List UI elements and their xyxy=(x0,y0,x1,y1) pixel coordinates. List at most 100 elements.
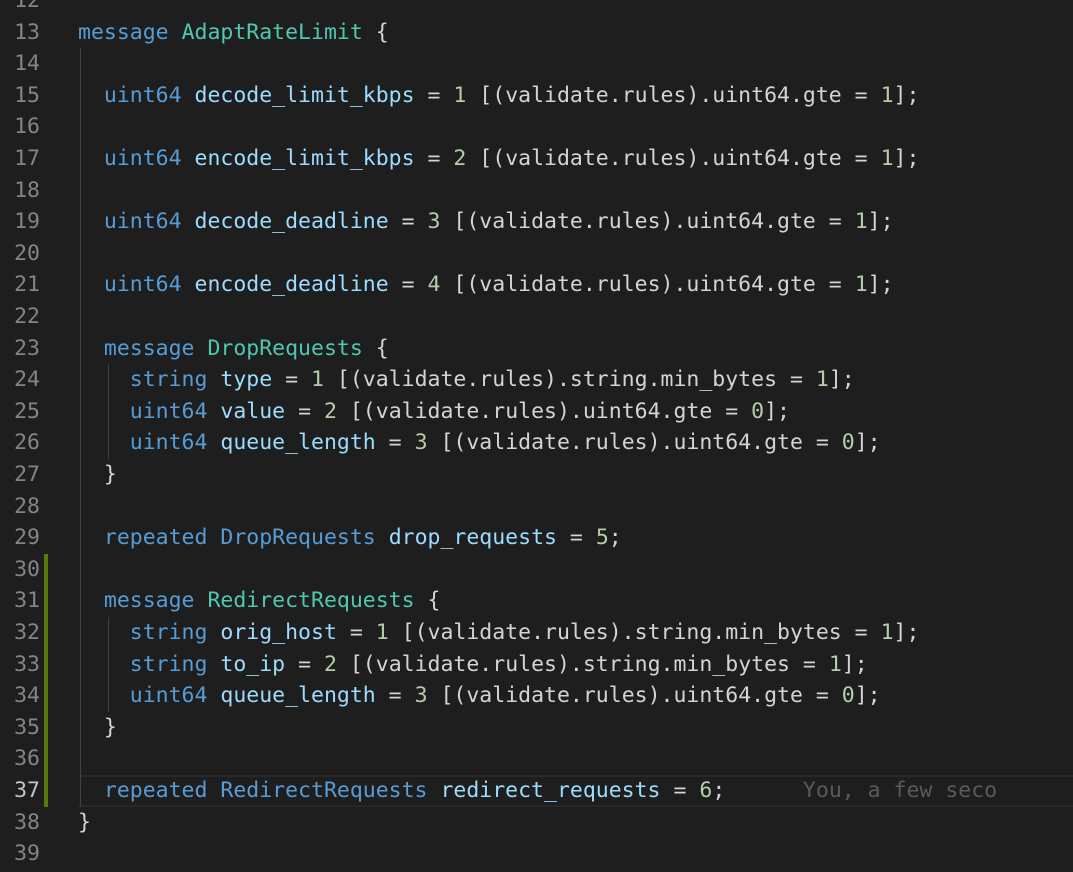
code-token: = xyxy=(660,778,700,803)
code-text[interactable]: string orig_host = 1 [(validate.rules).s… xyxy=(78,617,920,649)
code-token: message xyxy=(78,19,182,45)
code-line[interactable]: 38} xyxy=(0,807,1073,839)
code-token: 1 xyxy=(880,620,894,645)
code-token: = xyxy=(388,209,428,235)
line-number: 37 xyxy=(14,778,40,803)
code-line[interactable]: 26 uint64 queue_length = 3 [(validate.ru… xyxy=(0,427,1073,459)
line-number: 21 xyxy=(14,272,40,298)
code-token: = xyxy=(336,620,376,645)
code-token: DropRequests xyxy=(207,335,363,361)
code-token: type xyxy=(220,367,273,393)
code-text[interactable]: uint64 queue_length = 3 [(validate.rules… xyxy=(78,427,881,459)
code-token: = xyxy=(375,430,415,456)
code-token: { xyxy=(362,19,389,45)
code-token: encode_deadline xyxy=(194,272,389,298)
code-line[interactable]: 34 uint64 queue_length = 3 [(validate.ru… xyxy=(0,680,1073,712)
code-token: AdaptRateLimit xyxy=(181,19,363,45)
code-text[interactable]: message AdaptRateLimit { xyxy=(78,17,389,49)
code-line[interactable]: 33 string to_ip = 2 [(validate.rules).st… xyxy=(0,649,1073,681)
code-line[interactable]: 35 } xyxy=(0,712,1073,744)
code-token: ]; xyxy=(854,683,881,709)
code-text[interactable]: uint64 encode_limit_kbps = 2 [(validate.… xyxy=(78,143,920,175)
code-line[interactable]: 23 message DropRequests { xyxy=(0,333,1073,365)
code-token: encode_limit_kbps xyxy=(194,146,415,171)
code-text[interactable]: message DropRequests { xyxy=(78,333,389,365)
code-line[interactable]: 17 uint64 encode_limit_kbps = 2 [(valida… xyxy=(0,143,1073,175)
code-editor[interactable]: 12 13 message AdaptRateLimit {14 15 uint64 … xyxy=(0,0,1073,872)
code-line[interactable]: 28 xyxy=(0,491,1073,523)
code-token: = xyxy=(285,651,324,677)
code-text[interactable]: } xyxy=(78,807,91,839)
code-token: decode_deadline xyxy=(194,209,389,235)
line-number: 30 xyxy=(14,556,40,582)
code-text[interactable]: repeated RedirectRequests redirect_reque… xyxy=(78,775,997,807)
code-line[interactable]: 31 message RedirectRequests { xyxy=(0,585,1073,617)
code-token: string xyxy=(129,367,221,393)
code-line[interactable]: 20 xyxy=(0,238,1073,270)
code-token: } xyxy=(78,809,91,835)
code-token: redirect_requests xyxy=(440,778,661,803)
code-line[interactable]: 19 uint64 decode_deadline = 3 [(validate… xyxy=(0,206,1073,238)
code-token: = xyxy=(556,525,596,551)
code-token: { xyxy=(362,335,389,361)
code-text[interactable]: } xyxy=(78,712,117,744)
line-number: 26 xyxy=(14,430,40,456)
code-token: 3 xyxy=(414,683,428,709)
line-number: 29 xyxy=(14,525,40,551)
code-text[interactable]: } xyxy=(78,459,117,491)
code-text[interactable]: uint64 queue_length = 3 [(validate.rules… xyxy=(78,680,881,712)
code-line[interactable]: 25 uint64 value = 2 [(validate.rules).ui… xyxy=(0,396,1073,428)
line-number: 38 xyxy=(14,809,40,835)
code-line[interactable]: 16 xyxy=(0,111,1073,143)
code-line[interactable]: 39 xyxy=(0,838,1073,870)
code-line[interactable]: 21 uint64 encode_deadline = 4 [(validate… xyxy=(0,269,1073,301)
code-line[interactable]: 18 xyxy=(0,175,1073,207)
code-text[interactable]: string to_ip = 2 [(validate.rules).strin… xyxy=(78,649,868,681)
code-text[interactable]: uint64 decode_limit_kbps = 1 [(validate.… xyxy=(78,80,920,112)
code-text[interactable]: uint64 encode_deadline = 4 [(validate.ru… xyxy=(78,269,894,301)
code-text[interactable]: message RedirectRequests { xyxy=(78,585,441,617)
code-token: string xyxy=(129,651,221,677)
code-line[interactable]: 12 xyxy=(0,0,1073,17)
code-line[interactable]: 27 } xyxy=(0,459,1073,491)
code-token: = xyxy=(414,82,454,108)
line-number: 15 xyxy=(14,82,40,108)
code-line[interactable]: 29 repeated DropRequests drop_requests =… xyxy=(0,522,1073,554)
code-line[interactable]: 15 uint64 decode_limit_kbps = 1 [(valida… xyxy=(0,80,1073,112)
code-token: [(validate.rules).string.min_bytes = xyxy=(323,367,816,393)
code-text[interactable]: repeated DropRequests drop_requests = 5; xyxy=(78,522,622,554)
code-token: [(validate.rules).uint64.gte = xyxy=(427,430,842,456)
code-line[interactable]: 13 message AdaptRateLimit { xyxy=(0,17,1073,49)
code-token: { xyxy=(414,588,441,614)
code-token: repeated xyxy=(103,778,221,803)
code-token: orig_host xyxy=(220,620,337,645)
code-token: 1 xyxy=(375,620,389,645)
code-text[interactable]: string type = 1 [(validate.rules).string… xyxy=(78,364,855,396)
code-token: = xyxy=(388,272,428,298)
code-text[interactable]: uint64 decode_deadline = 3 [(validate.ru… xyxy=(78,206,894,238)
code-line[interactable]: 36 xyxy=(0,743,1073,775)
code-line[interactable]: 24 string type = 1 [(validate.rules).str… xyxy=(0,364,1073,396)
line-number: 24 xyxy=(14,367,40,393)
code-token: 0 xyxy=(751,398,765,424)
code-line[interactable]: 30 xyxy=(0,554,1073,586)
code-line[interactable]: 14 xyxy=(0,48,1073,80)
code-token: } xyxy=(78,462,117,487)
code-token: ]; xyxy=(893,620,920,645)
code-token: RedirectRequests xyxy=(220,778,428,803)
code-line[interactable]: 37 repeated RedirectRequests redirect_re… xyxy=(0,775,1073,807)
code-line[interactable]: 22 xyxy=(0,301,1073,333)
line-number: 14 xyxy=(14,51,40,77)
code-line[interactable]: 32 string orig_host = 1 [(validate.rules… xyxy=(0,617,1073,649)
code-text[interactable]: uint64 value = 2 [(validate.rules).uint6… xyxy=(78,396,790,428)
code-token: ; xyxy=(712,778,726,803)
